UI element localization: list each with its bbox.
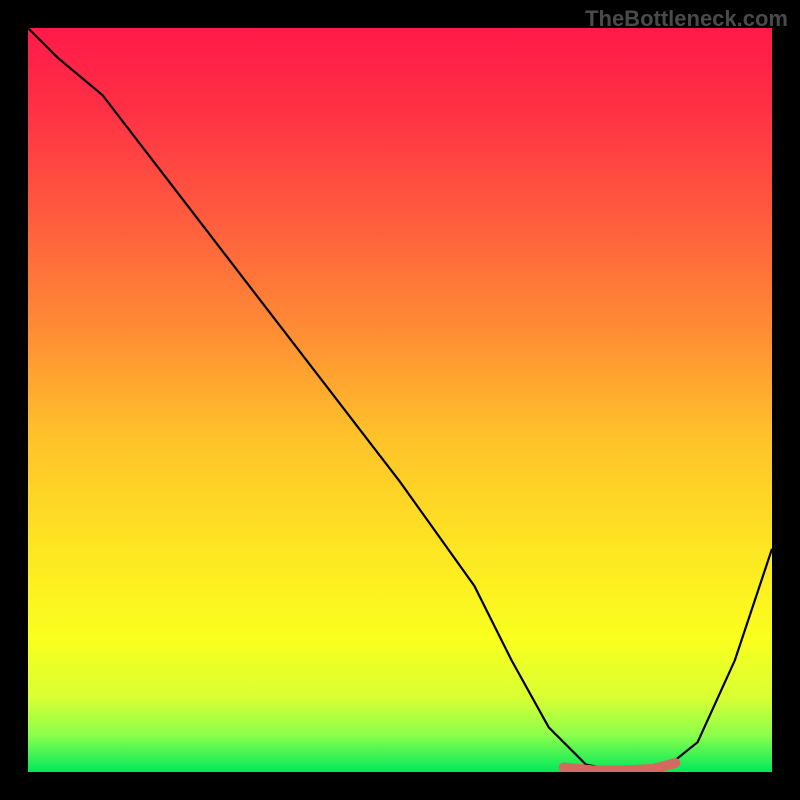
watermark-text: TheBottleneck.com [585, 6, 788, 32]
bottleneck-curve-line [28, 28, 772, 772]
chart-plot-area [28, 28, 772, 772]
chart-curve-layer [28, 28, 772, 772]
highlight-segment-line [564, 763, 676, 770]
